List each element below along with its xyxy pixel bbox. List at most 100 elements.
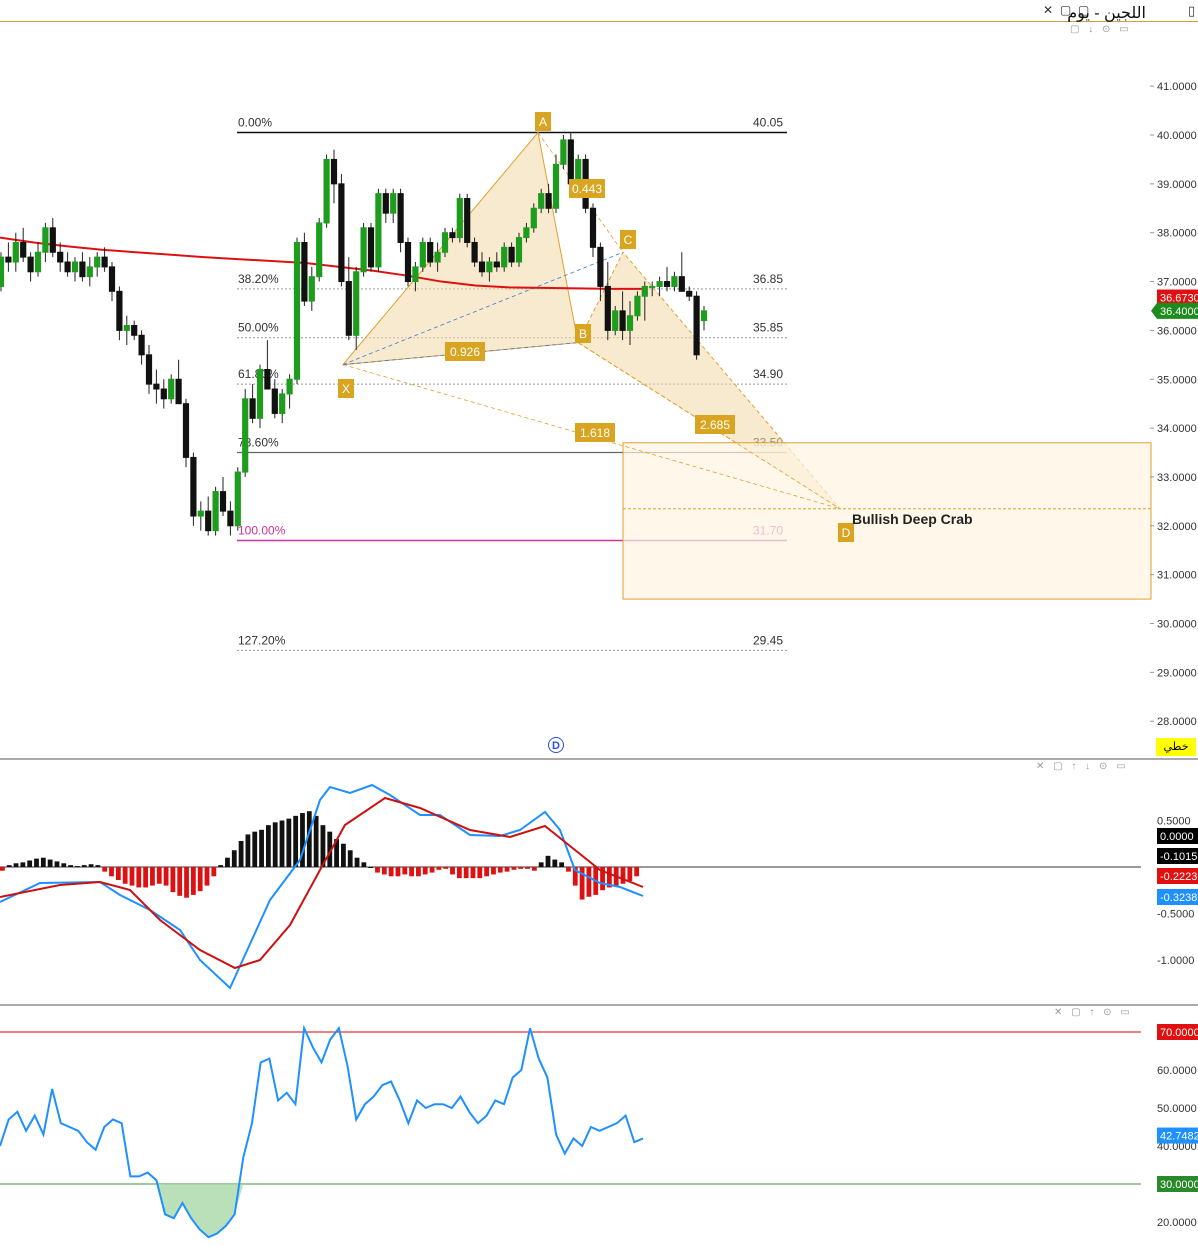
candle-body (612, 310, 619, 331)
candle-body (79, 261, 86, 278)
candle-body (634, 295, 641, 317)
candle-body (5, 256, 12, 263)
price-axis-label: 37.0000 (1157, 277, 1197, 289)
macd-signal-tag: -0.2223 (1160, 871, 1197, 883)
candle-body (686, 290, 693, 297)
price-axis-label: 38.0000 (1157, 228, 1197, 240)
macd-histogram-bar (620, 867, 626, 884)
candle-body (693, 295, 700, 356)
candle-body (234, 471, 241, 527)
candle-body (131, 325, 138, 336)
candle-body (242, 398, 249, 473)
ma-value-tag: 36.6730 (1160, 293, 1198, 305)
candle-body (649, 285, 656, 288)
macd-histogram-bar (477, 867, 483, 879)
fib-level-price: 29.45 (753, 633, 783, 647)
candle-body (308, 276, 315, 302)
macd-histogram-bar (211, 867, 217, 877)
chart-canvas[interactable]: 0.00%40.0538.20%36.8550.00%35.8561.80%34… (0, 0, 1198, 1246)
candle-body (57, 251, 64, 263)
price-axis-label: 33.0000 (1157, 472, 1197, 484)
price-axis-label: 32.0000 (1157, 521, 1197, 533)
macd-histogram-bar (252, 831, 258, 867)
macd-histogram-bar (518, 867, 524, 869)
macd-histogram-bar (293, 815, 299, 867)
candle-body (34, 251, 42, 273)
candle-body (552, 163, 560, 209)
candle-body (212, 491, 219, 532)
candle-body (434, 251, 441, 263)
macd-histogram-bar (150, 867, 155, 886)
fib-level-pct: 38.20% (238, 272, 279, 286)
candle-body (182, 403, 190, 458)
pattern-name: Bullish Deep Crab (852, 511, 973, 527)
candle-body (27, 256, 34, 273)
pattern-point-d: D (842, 526, 851, 540)
candle-body (197, 510, 204, 517)
candle-body (323, 158, 330, 224)
fib-level-pct: 50.00% (238, 321, 279, 335)
pattern-point-b: B (579, 327, 587, 341)
candle-body (471, 241, 478, 263)
candle-body (545, 193, 552, 209)
macd-histogram-bar (347, 850, 353, 867)
macd-histogram-bar (20, 862, 26, 867)
candle-body (94, 256, 101, 268)
candle-body (190, 456, 197, 517)
candle-body (101, 256, 108, 268)
candle-body (597, 246, 604, 287)
macd-histogram-bar (177, 867, 183, 896)
candle-body (367, 227, 375, 268)
macd-histogram-bar (6, 865, 12, 867)
candle-body (589, 207, 597, 248)
macd-histogram-bar (354, 857, 360, 867)
line-mode-badge[interactable]: خطي (1156, 738, 1196, 756)
macd-histogram-bar (402, 867, 408, 875)
macd-histogram-bar (341, 843, 346, 867)
macd-histogram-bar (361, 862, 367, 867)
candle-body (515, 237, 523, 263)
macd-histogram-bar (566, 867, 571, 872)
candle-body (264, 368, 271, 390)
rsi-axis-label: 50.0000 (1157, 1103, 1197, 1115)
macd-histogram-bar (204, 867, 210, 886)
candle-body (486, 261, 493, 273)
candle-body (382, 193, 389, 214)
macd-histogram-bar (443, 867, 449, 869)
price-axis-label: 35.0000 (1157, 374, 1197, 386)
last-price-arrow (1151, 302, 1157, 319)
candle-body (560, 139, 567, 165)
macd-histogram-bar (115, 867, 121, 881)
pattern-point-x: X (342, 382, 350, 396)
rsi-lower-tag: 30.0000 (1160, 1179, 1198, 1191)
macd-histogram-bar (54, 861, 60, 867)
candle-body (449, 232, 456, 239)
candle-body (678, 276, 685, 292)
candle-body (353, 271, 360, 336)
candle-body (441, 232, 449, 253)
macd-histogram-bar (184, 867, 189, 898)
dividend-marker-icon[interactable]: D (548, 737, 564, 753)
ratio-xb: 0.926 (450, 345, 480, 359)
macd-histogram-bar (75, 866, 80, 868)
candle-body (390, 193, 397, 214)
macd-histogram-bar (47, 859, 53, 867)
candle-body (412, 266, 419, 283)
fib-level-pct: 100.00% (238, 523, 286, 537)
pattern-point-c: C (624, 233, 633, 247)
macd-axis-label: -1.0000 (1157, 955, 1194, 967)
macd-histogram-bar (13, 863, 19, 867)
macd-histogram-bar (416, 867, 421, 877)
candle-body (249, 398, 256, 419)
rsi-axis-label: 60.0000 (1157, 1065, 1197, 1077)
fib-level-pct: 0.00% (238, 116, 272, 130)
ratio-ac: 0.443 (572, 182, 602, 196)
fib-level-price: 35.85 (753, 321, 783, 335)
macd-histogram-bar (456, 867, 462, 879)
ratio-xd: 1.618 (580, 426, 610, 440)
candle-body (279, 393, 286, 414)
candle-body (153, 383, 160, 390)
macd-histogram-bar (634, 867, 640, 877)
price-axis-label: 40.0000 (1157, 130, 1197, 142)
macd-histogram-bar (109, 867, 114, 877)
